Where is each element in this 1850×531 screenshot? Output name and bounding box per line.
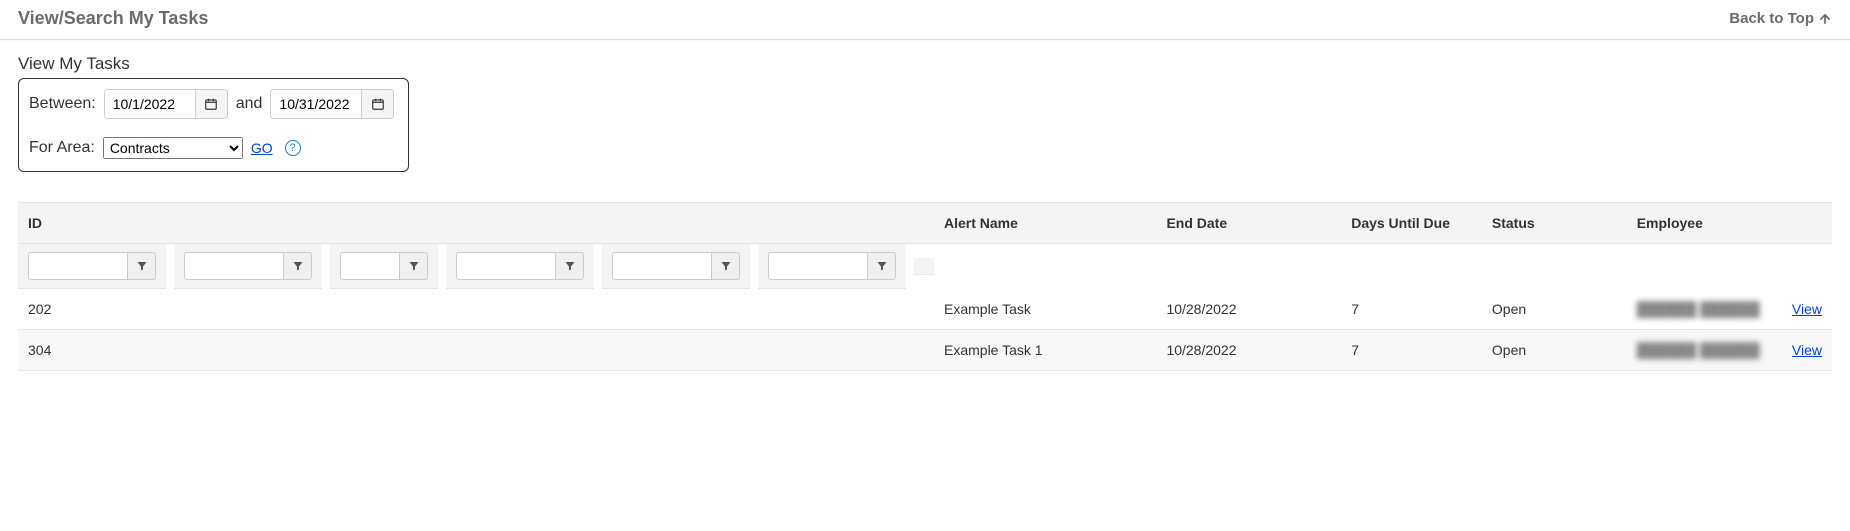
cell-alert-name: Example Task 1 bbox=[934, 330, 1156, 371]
date-from-picker-button[interactable] bbox=[195, 90, 227, 118]
for-area-label: For Area: bbox=[29, 139, 95, 157]
funnel-icon bbox=[564, 260, 576, 272]
area-select[interactable]: Contracts bbox=[103, 137, 243, 159]
filter-input-end-date[interactable] bbox=[340, 252, 400, 280]
calendar-icon bbox=[204, 97, 218, 111]
filter-panel: Between: and For Area: bbox=[18, 78, 409, 172]
page-title: View/Search My Tasks bbox=[18, 8, 208, 29]
cell-id: 304 bbox=[18, 330, 934, 371]
table-row: 304 Example Task 1 10/28/2022 7 Open ███… bbox=[18, 330, 1832, 371]
view-link[interactable]: View bbox=[1792, 342, 1822, 358]
between-label: Between: bbox=[29, 95, 96, 113]
filter-input-alert-name[interactable] bbox=[184, 252, 284, 280]
section-title: View My Tasks bbox=[18, 54, 1832, 74]
tasks-table: ID Alert Name End Date Days Until Due St… bbox=[18, 202, 1832, 371]
filter-button-employee[interactable] bbox=[868, 252, 896, 280]
go-link[interactable]: GO bbox=[251, 140, 273, 156]
funnel-icon bbox=[136, 260, 148, 272]
date-to-input[interactable] bbox=[271, 90, 361, 118]
date-from-input[interactable] bbox=[105, 90, 195, 118]
cell-end-date: 10/28/2022 bbox=[1156, 289, 1341, 330]
funnel-icon bbox=[408, 260, 420, 272]
funnel-icon bbox=[720, 260, 732, 272]
filter-input-status[interactable] bbox=[612, 252, 712, 280]
cell-status: Open bbox=[1482, 289, 1627, 330]
cell-employee: ██████ ██████ bbox=[1637, 301, 1760, 317]
help-icon[interactable]: ? bbox=[285, 140, 301, 156]
filter-button-days-until-due[interactable] bbox=[556, 252, 584, 280]
funnel-icon bbox=[876, 260, 888, 272]
back-to-top-link[interactable]: Back to Top bbox=[1729, 10, 1832, 27]
filter-input-employee[interactable] bbox=[768, 252, 868, 280]
table-row: 202 Example Task 10/28/2022 7 Open █████… bbox=[18, 289, 1832, 330]
filter-input-days-until-due[interactable] bbox=[456, 252, 556, 280]
col-header-status[interactable]: Status bbox=[1482, 203, 1627, 244]
view-link[interactable]: View bbox=[1792, 301, 1822, 317]
col-header-days-until-due[interactable]: Days Until Due bbox=[1341, 203, 1482, 244]
cell-status: Open bbox=[1482, 330, 1627, 371]
funnel-icon bbox=[292, 260, 304, 272]
col-header-end-date[interactable]: End Date bbox=[1156, 203, 1341, 244]
col-header-alert-name[interactable]: Alert Name bbox=[934, 203, 1156, 244]
cell-employee: ██████ ██████ bbox=[1637, 342, 1760, 358]
date-to-picker-button[interactable] bbox=[361, 90, 393, 118]
cell-id: 202 bbox=[18, 289, 934, 330]
col-header-employee[interactable]: Employee bbox=[1627, 203, 1782, 244]
cell-alert-name: Example Task bbox=[934, 289, 1156, 330]
arrow-up-icon bbox=[1818, 12, 1832, 26]
back-to-top-label: Back to Top bbox=[1729, 10, 1814, 27]
cell-days-until-due: 7 bbox=[1341, 289, 1482, 330]
filter-button-status[interactable] bbox=[712, 252, 740, 280]
filter-button-id[interactable] bbox=[128, 252, 156, 280]
cell-end-date: 10/28/2022 bbox=[1156, 330, 1341, 371]
cell-days-until-due: 7 bbox=[1341, 330, 1482, 371]
and-label: and bbox=[236, 95, 263, 113]
col-header-id[interactable]: ID bbox=[18, 203, 934, 244]
calendar-icon bbox=[371, 97, 385, 111]
filter-input-id[interactable] bbox=[28, 252, 128, 280]
filter-button-end-date[interactable] bbox=[400, 252, 428, 280]
filter-button-alert-name[interactable] bbox=[284, 252, 312, 280]
